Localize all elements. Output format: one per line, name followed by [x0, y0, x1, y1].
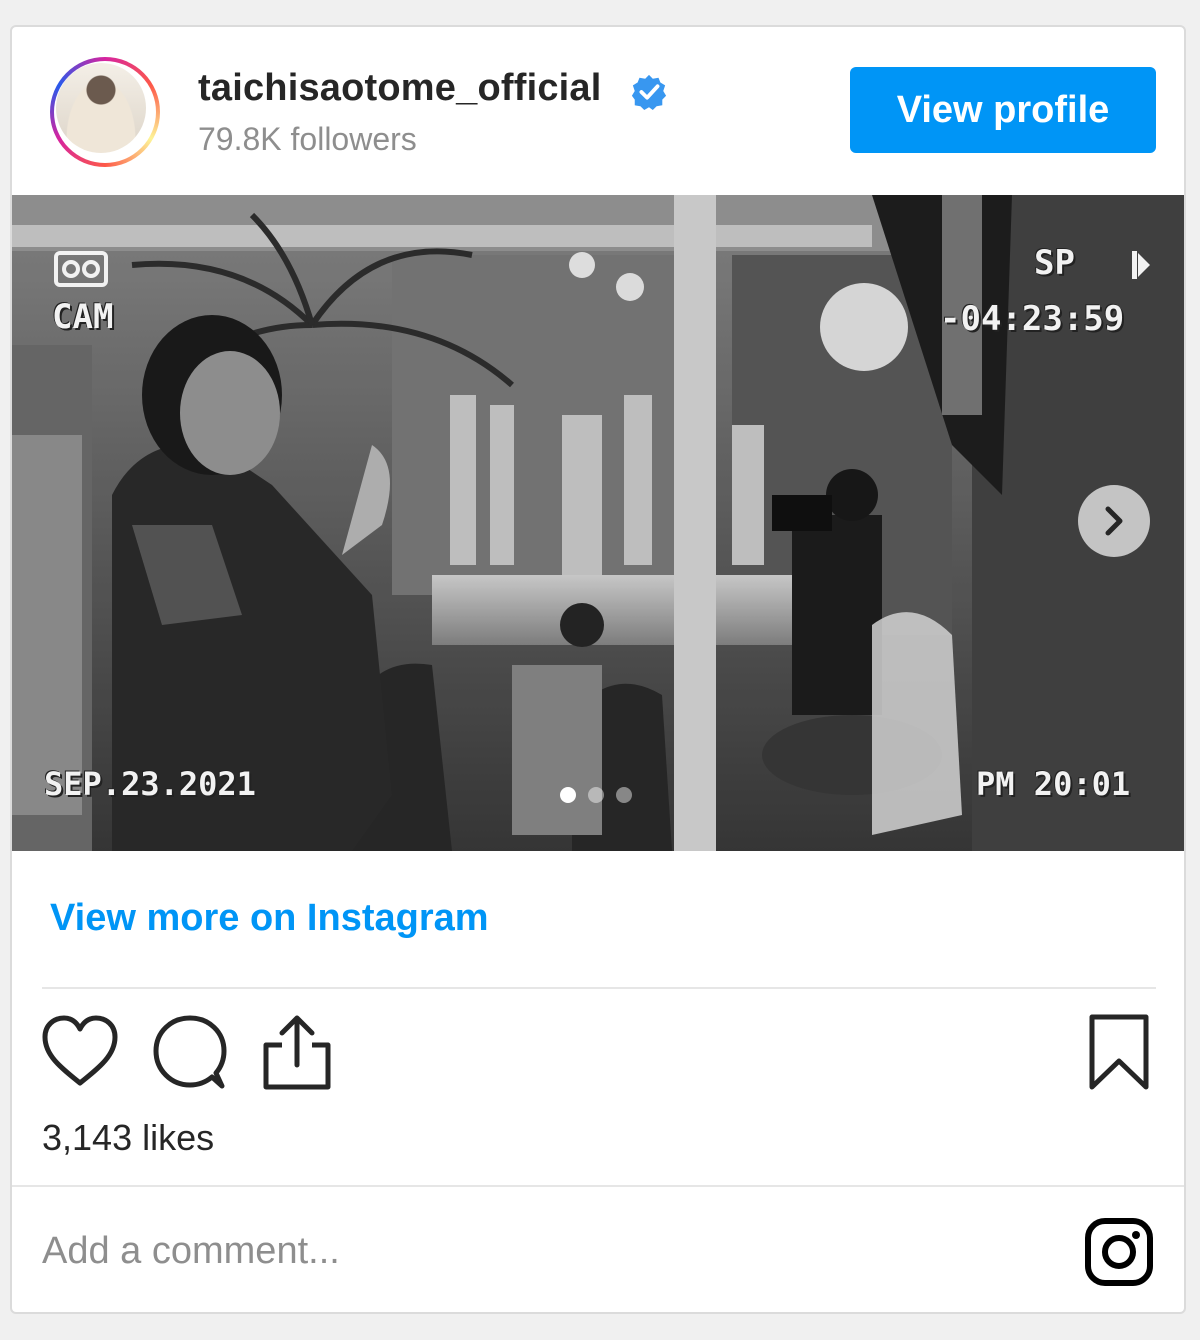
- instagram-logo-icon[interactable]: [1084, 1217, 1154, 1287]
- carousel-dot: [616, 787, 632, 803]
- carousel-dot: [560, 787, 576, 803]
- carousel-indicator: [560, 787, 632, 803]
- osd-timecode: -04:23:59: [940, 299, 1125, 339]
- divider: [12, 1185, 1184, 1187]
- camera-cam-icon: [54, 251, 108, 287]
- osd-date: SEP.23.2021: [44, 765, 256, 803]
- carousel-dot: [588, 787, 604, 803]
- post-photo: [12, 195, 1184, 851]
- chevron-right-icon: [1105, 506, 1123, 536]
- osd-cam-label: CAM: [52, 297, 114, 337]
- divider: [42, 987, 1156, 989]
- username[interactable]: taichisaotome_official: [198, 67, 602, 110]
- avatar[interactable]: [50, 57, 160, 167]
- verified-badge-icon: [631, 74, 667, 111]
- comment-icon[interactable]: [150, 1013, 230, 1091]
- post-media[interactable]: CAM SP -04:23:59 SEP.23.2021 PM 20:01: [12, 195, 1184, 851]
- instagram-embed-card: taichisaotome_official 79.8K followers V…: [10, 25, 1186, 1314]
- view-more-link[interactable]: View more on Instagram: [50, 897, 489, 940]
- osd-clock: PM 20:01: [976, 765, 1131, 803]
- comment-input[interactable]: [42, 1223, 1042, 1279]
- likes-count: 3,143 likes: [42, 1117, 215, 1158]
- followers-count: 79.8K followers: [198, 121, 417, 157]
- share-icon[interactable]: [260, 1013, 334, 1091]
- heart-icon[interactable]: [40, 1013, 120, 1089]
- carousel-next-button[interactable]: [1078, 485, 1150, 557]
- avatar-image: [56, 63, 146, 153]
- play-icon: [1132, 251, 1150, 279]
- view-profile-button[interactable]: View profile: [850, 67, 1156, 153]
- osd-sp-label: SP: [1034, 243, 1075, 283]
- bookmark-icon[interactable]: [1086, 1013, 1152, 1091]
